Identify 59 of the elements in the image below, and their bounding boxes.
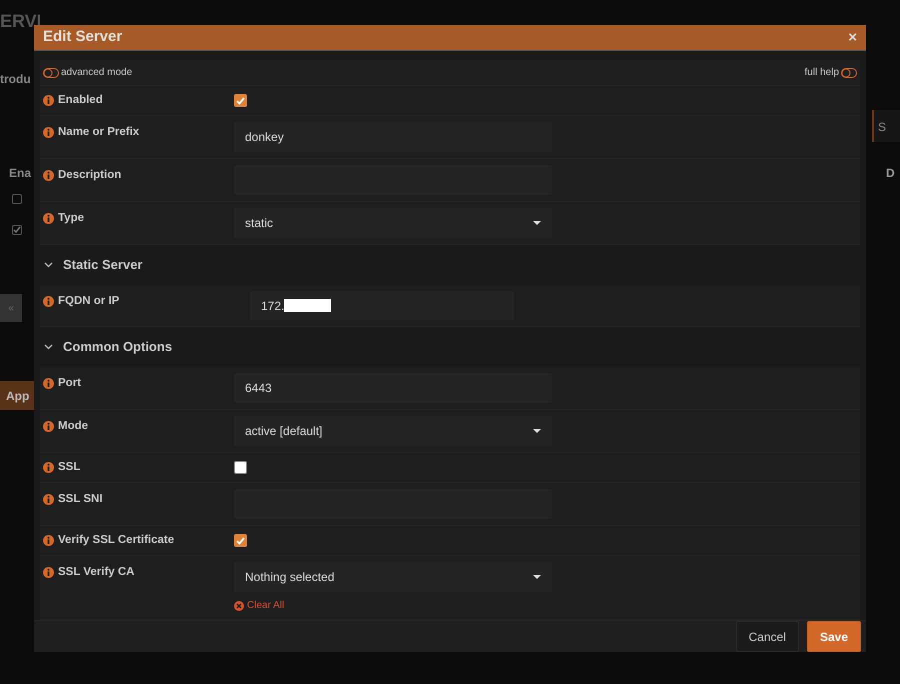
apply-button[interactable]: App [0,381,34,410]
input-field[interactable]: 172. [250,291,514,320]
chevron-icon[interactable] [44,262,53,268]
save-button[interactable]: Save [806,621,861,652]
column-header: D [886,165,895,182]
redaction-block [284,299,332,312]
info-icon [43,535,54,546]
clear-icon [234,600,244,610]
checkbox[interactable] [12,225,22,235]
info-icon [43,213,54,224]
select-dropdown[interactable]: active [default] [234,416,552,446]
toggle-label[interactable]: advanced mode [61,65,132,80]
checkbox[interactable] [234,461,247,474]
field-label: Mode [58,419,88,434]
field-label: Port [58,376,81,391]
dialog-title: Edit Server [43,27,122,48]
field-label: Enabled [58,92,103,108]
field-label: Name or Prefix [58,125,140,140]
toggle-icon[interactable] [841,68,857,78]
chevron-icon[interactable] [44,344,53,350]
field-label: Description [58,168,122,183]
search-field[interactable]: S [872,110,900,142]
input-field[interactable]: 6443 [234,373,552,403]
field-label: SSL Verify CA [58,565,134,580]
close-button[interactable]: × [848,30,857,45]
info-icon [43,378,54,390]
info-icon [43,462,54,473]
info-icon [43,170,54,182]
caret-icon [533,428,541,434]
info-icon [43,494,54,506]
info-icon [43,127,54,138]
toggle-icon[interactable] [43,68,59,78]
field-label: Type [58,211,84,226]
select-dropdown[interactable]: Nothing selected [234,562,552,592]
section-title: Common Options [63,338,172,356]
check-icon [236,96,245,104]
field-label: SSL [58,460,80,475]
check-icon [236,536,245,544]
info-icon [43,296,54,308]
field-label: Verify SSL Certificate [58,532,174,548]
checkbox[interactable] [12,194,22,204]
checkbox[interactable] [234,534,247,547]
info-icon [43,95,54,106]
check-icon [13,226,21,234]
select-dropdown[interactable]: static [234,208,552,238]
caret-icon [533,220,541,226]
field-label: FQDN or IP [58,294,120,309]
cancel-button[interactable]: Cancel [736,621,799,652]
info-icon [43,421,54,432]
section-title: Static Server [63,256,142,274]
input-field[interactable]: donkey [234,122,552,152]
checkbox[interactable] [234,94,247,107]
info-icon [43,567,54,578]
toggle-label[interactable]: full help [804,65,839,80]
caret-icon [533,574,541,580]
column-header: Ena [9,165,32,182]
tab-label[interactable]: trodu [0,70,31,88]
field-label: SSL SNI [58,492,103,507]
clear-all-link[interactable]: Clear All [234,598,552,613]
